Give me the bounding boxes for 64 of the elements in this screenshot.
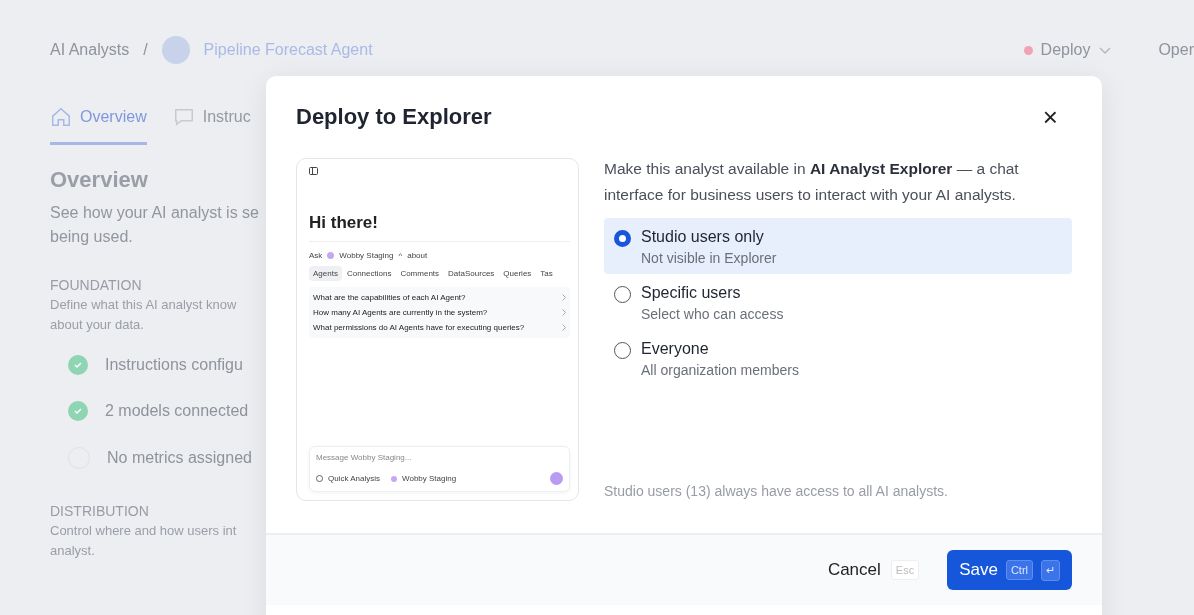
radio-icon bbox=[614, 286, 631, 303]
source-icon bbox=[327, 252, 335, 259]
radio-option[interactable]: Studio users only Not visible in Explorer bbox=[604, 218, 1072, 274]
option-label: Specific users bbox=[641, 284, 742, 302]
section-description: analyst. bbox=[50, 542, 95, 560]
key-hint: Ctrl bbox=[1005, 560, 1033, 580]
radio-option[interactable]: Everyone All organization members bbox=[604, 330, 1072, 386]
option-hint: All organization members bbox=[641, 362, 799, 378]
model-selector[interactable]: Wobby Staging bbox=[402, 474, 457, 483]
close-button[interactable]: × bbox=[1038, 104, 1062, 130]
chevron-right-icon bbox=[562, 324, 566, 331]
intro-text: Make this analyst available in AI Analyst Explorer — a chat interface for business users to interact with your AI analysts. bbox=[604, 159, 1020, 205]
section-description: Control where and how users int bbox=[50, 522, 237, 540]
status-dot bbox=[1023, 45, 1033, 55]
section-description: about your data. bbox=[50, 316, 144, 334]
mode-selector[interactable]: Quick Analysis bbox=[328, 474, 381, 483]
suggested-question[interactable]: How many AI Agents are currently in the system? bbox=[313, 308, 488, 317]
sidebar-icon bbox=[309, 167, 318, 175]
checklist-item: Instructions configu bbox=[105, 356, 243, 374]
model-icon bbox=[391, 475, 398, 482]
option-hint: Not visible in Explorer bbox=[641, 250, 777, 266]
greeting: Hi there! bbox=[309, 213, 570, 242]
message-field[interactable]: Message Wobby Staging... Quick Analysis Wobby Staging bbox=[309, 446, 570, 492]
avatar bbox=[161, 36, 190, 64]
chevron-right-icon bbox=[562, 294, 566, 301]
note: Studio users (13) always have access to all AI analysts. bbox=[604, 483, 949, 501]
page-heading: Overview bbox=[50, 167, 148, 193]
suggested-question[interactable]: What are the capabilities of each AI Agent? bbox=[313, 293, 466, 302]
radio-icon bbox=[614, 230, 631, 247]
breadcrumb-current: Pipeline Forecast Agent bbox=[203, 41, 373, 59]
option-label: Everyone bbox=[641, 340, 710, 358]
breadcrumb-separator: / bbox=[143, 41, 148, 59]
source-selector[interactable]: Wobby Staging bbox=[339, 251, 394, 260]
key-hint: Esc bbox=[890, 560, 920, 580]
checklist-item: No metrics assigned bbox=[107, 449, 252, 467]
section-title: DISTRIBUTION bbox=[50, 502, 149, 521]
chat-icon bbox=[172, 106, 195, 128]
chevron-right-icon bbox=[562, 309, 566, 316]
checklist-item: 2 models connected bbox=[105, 402, 249, 420]
dialog-title: Deploy to Explorer bbox=[296, 104, 492, 130]
topic-tab[interactable]: DataSources bbox=[444, 266, 499, 281]
key-hint: ↵ bbox=[1041, 559, 1060, 581]
section-title: FOUNDATION bbox=[50, 276, 142, 295]
suggested-question[interactable]: What permissions do AI Agents have for executing queries? bbox=[313, 323, 525, 332]
topic-tab[interactable]: Connections bbox=[342, 266, 396, 281]
option-hint: Select who can access bbox=[641, 306, 784, 322]
topic-tab[interactable]: Comments bbox=[396, 266, 444, 281]
placeholder: Message Wobby Staging... bbox=[316, 453, 413, 462]
home-icon bbox=[50, 106, 72, 128]
section-description: Define what this AI analyst know bbox=[50, 296, 237, 314]
radio-icon bbox=[614, 342, 631, 359]
topic-tab[interactable]: Agents bbox=[309, 266, 342, 281]
topic-tab[interactable]: Queries bbox=[499, 266, 536, 281]
topic-tab[interactable]: Tas bbox=[536, 266, 557, 281]
caret-icon: ^ bbox=[398, 251, 403, 260]
description-line: See how your AI analyst is se bbox=[50, 203, 259, 223]
ask-label: Ask bbox=[309, 251, 323, 260]
about-label: about bbox=[407, 251, 428, 260]
send-button[interactable] bbox=[550, 472, 563, 485]
radio-option[interactable]: Specific users Select who can access bbox=[604, 274, 1072, 330]
save-button[interactable]: Save Ctrl ↵ bbox=[947, 550, 1072, 590]
option-label: Studio users only bbox=[641, 228, 765, 246]
cancel-button[interactable]: Cancel Esc bbox=[821, 559, 926, 581]
description-line: being used. bbox=[50, 227, 133, 247]
